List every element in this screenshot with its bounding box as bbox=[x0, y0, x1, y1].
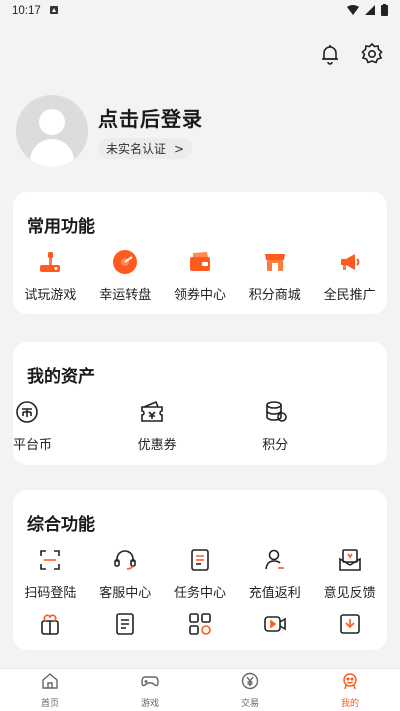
lucky-wheel-button[interactable]: 幸运转盘 bbox=[88, 248, 163, 303]
task-center-button[interactable]: 任务中心 bbox=[163, 546, 238, 601]
avatar[interactable] bbox=[16, 95, 88, 167]
voucher-button[interactable]: 优惠券 bbox=[138, 398, 263, 453]
header-actions bbox=[318, 42, 384, 66]
notification-icon bbox=[49, 5, 59, 18]
login-prompt[interactable]: 点击后登录 bbox=[98, 103, 203, 132]
battery-icon bbox=[381, 3, 388, 19]
scan-login-button[interactable]: 扫码登陆 bbox=[13, 546, 88, 601]
trade-icon bbox=[241, 672, 259, 694]
gamepad-icon bbox=[141, 672, 159, 694]
my-assets-card: 我的资产 平台币 优惠券 积分 bbox=[13, 342, 387, 465]
apps-icon bbox=[186, 610, 214, 638]
section-title: 常用功能 bbox=[27, 217, 95, 237]
home-icon bbox=[41, 672, 59, 694]
verification-label: 未实名认证 bbox=[106, 142, 167, 156]
nav-trade[interactable]: 交易 bbox=[200, 669, 300, 711]
section-title: 综合功能 bbox=[27, 515, 95, 535]
wifi-icon bbox=[347, 4, 359, 18]
task-icon bbox=[186, 546, 214, 574]
points-mall-button[interactable]: 积分商城 bbox=[237, 248, 312, 303]
video-button[interactable] bbox=[237, 610, 312, 638]
gear-icon[interactable] bbox=[360, 42, 384, 66]
nav-games[interactable]: 游戏 bbox=[100, 669, 200, 711]
bottom-navigation: 首页 游戏 交易 我的 bbox=[0, 668, 400, 711]
megaphone-icon bbox=[336, 248, 364, 276]
profile-header[interactable]: 点击后登录 未实名认证 > bbox=[16, 95, 203, 167]
feedback-button[interactable]: 意见反馈 bbox=[312, 546, 387, 601]
user-rebate-icon bbox=[261, 546, 289, 574]
profile-icon bbox=[341, 672, 359, 694]
coupon-icon bbox=[186, 248, 214, 276]
document-icon bbox=[111, 610, 139, 638]
gift-icon bbox=[36, 610, 64, 638]
coin-icon bbox=[13, 398, 41, 426]
gift-button[interactable] bbox=[13, 610, 88, 638]
shop-icon bbox=[261, 248, 289, 276]
trial-game-button[interactable]: 试玩游戏 bbox=[13, 248, 88, 303]
recharge-rebate-button[interactable]: 充值返利 bbox=[237, 546, 312, 601]
voucher-icon bbox=[138, 398, 166, 426]
points-button[interactable]: 积分 bbox=[262, 398, 387, 453]
document-button[interactable] bbox=[88, 610, 163, 638]
signal-icon bbox=[365, 4, 375, 18]
section-title: 我的资产 bbox=[27, 367, 95, 387]
promotion-button[interactable]: 全民推广 bbox=[312, 248, 387, 303]
coupon-center-button[interactable]: 领券中心 bbox=[163, 248, 238, 303]
download-button[interactable] bbox=[312, 610, 387, 638]
status-time: 10:17 bbox=[12, 5, 41, 17]
wheel-icon bbox=[111, 248, 139, 276]
general-functions-card: 综合功能 扫码登陆 客服中心 任务中心 充值返利 意见反馈 bbox=[13, 490, 387, 650]
common-functions-card: 常用功能 试玩游戏 幸运转盘 领券中心 积分商城 全民推广 bbox=[13, 192, 387, 314]
video-icon bbox=[261, 610, 289, 638]
joystick-icon bbox=[36, 248, 64, 276]
nav-home[interactable]: 首页 bbox=[0, 669, 100, 711]
nav-profile[interactable]: 我的 bbox=[300, 669, 400, 711]
customer-service-button[interactable]: 客服中心 bbox=[88, 546, 163, 601]
feedback-icon bbox=[336, 546, 364, 574]
headset-icon bbox=[111, 546, 139, 574]
status-bar: 10:17 bbox=[0, 0, 400, 22]
chevron-right-icon: > bbox=[174, 141, 185, 156]
apps-button[interactable] bbox=[163, 610, 238, 638]
download-icon bbox=[336, 610, 364, 638]
bell-icon[interactable] bbox=[318, 42, 342, 66]
platform-coin-button[interactable]: 平台币 bbox=[13, 398, 138, 453]
scan-icon bbox=[36, 546, 64, 574]
points-icon bbox=[262, 398, 290, 426]
verification-badge[interactable]: 未实名认证 > bbox=[98, 138, 193, 159]
